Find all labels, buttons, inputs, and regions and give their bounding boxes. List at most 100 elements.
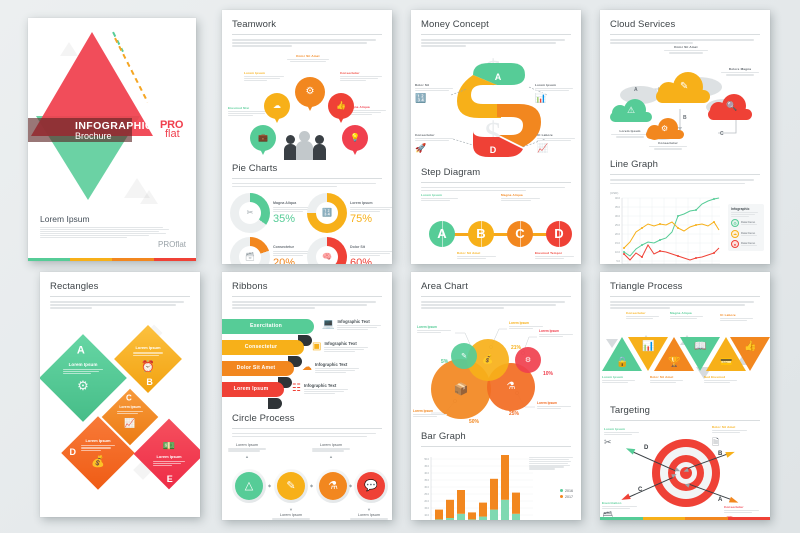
bar-legend-1: 2017 <box>559 495 573 499</box>
calculator-icon: 🔢 <box>415 92 427 103</box>
circle-process-2[interactable]: ⚗ <box>316 468 350 503</box>
lightbulb-icon: 💡 <box>350 133 360 143</box>
pie-charts-description <box>222 182 392 188</box>
pie-chart-item[interactable]: ✂ Magna Aliqua 35% <box>230 192 319 233</box>
step-label-0: Lorem Ipsum <box>421 193 461 202</box>
cloud-yellow[interactable]: ✎ <box>656 71 710 104</box>
warning-triangle-icon: △ <box>235 471 263 500</box>
triangle-process-title: Triangle Process <box>610 281 683 292</box>
page-money-concept: Money Concept $ $ A B C D <box>411 10 581 264</box>
circle-process-0[interactable]: △ <box>232 468 266 503</box>
svg-text:40.0: 40.0 <box>424 472 429 475</box>
step-diagram: Lorem Ipsum Magna Aliqua Dolor Sit Amet … <box>411 193 581 264</box>
donut-1: 🔢 <box>307 192 347 233</box>
svg-text:50.0: 50.0 <box>424 458 429 461</box>
pie-charts-grid: ✂ Magna Aliqua 35% 🔢 Lorem Ipsum 75% 🗃 C… <box>222 189 392 264</box>
ribbon-3[interactable]: Lorem Ipsum <box>222 381 284 397</box>
target-letter-a: A <box>718 496 723 503</box>
pen-icon: ✎ <box>680 81 689 93</box>
cloud-red[interactable]: 🔍 <box>708 93 752 121</box>
calculator-icon: 🔢 <box>322 208 332 218</box>
warning-icon: ⚠ <box>627 105 636 116</box>
network-icon: ⚗ <box>506 381 516 393</box>
diamond-e[interactable]: 💵 Lorem Ipsum E <box>133 418 200 489</box>
step-circle-b[interactable]: B <box>468 220 494 247</box>
cloud-orange[interactable]: ⚙ <box>646 117 684 141</box>
box-icon: 📦 <box>453 381 469 396</box>
cloud-label-3: Dolore Magna <box>716 67 764 76</box>
step-label-1: Dolor Sit Amet <box>457 251 499 260</box>
page-bottom-stripe <box>600 517 770 520</box>
svg-text:15.0: 15.0 <box>424 507 429 510</box>
bubble-pct-3: 25% <box>509 410 520 417</box>
brochure-collection: INFOGRAPHIC Brochure PRO flat Lorem Ipsu… <box>0 0 800 533</box>
circle-process-3[interactable]: 💬 <box>354 468 388 503</box>
step-label-2: Magna Aliqua <box>501 193 543 202</box>
server-icon: 🗎 <box>712 436 720 447</box>
cover-subtitle: Brochure <box>75 131 112 141</box>
pie-chart-item[interactable]: 🧠 Dolor Sit 60% <box>307 236 392 264</box>
money-label-3: Ut Labore 📈 <box>537 133 579 154</box>
target-label-b: Dolor Sit Amet 🗎 <box>712 425 748 451</box>
money-label-2: Consectetur 🚀 <box>415 133 457 154</box>
page-triangle-process: Triangle Process Consectetur Magna Aliqu… <box>600 272 770 520</box>
diamond-letter-e: E <box>166 473 173 484</box>
step-circle-a[interactable]: A <box>429 220 455 247</box>
layers-icon: ▣ <box>312 340 322 352</box>
teamwork-label-4: Magna Aliqua <box>348 105 388 116</box>
diamond-d[interactable]: Lorem Ipsum 💰 D <box>61 415 135 490</box>
ribbon-tail-3 <box>268 397 282 409</box>
diamond-b[interactable]: Lorem Ipsum ⏰ B <box>114 324 182 393</box>
step-diagram-title: Step Diagram <box>421 166 481 178</box>
clock-dollar-icon: ⏰ <box>141 360 155 373</box>
hand-icon: 👍 <box>744 340 757 352</box>
teamwork-bubble-0[interactable]: 💼 <box>250 124 276 155</box>
teamwork-label-2: Dolor Sit Amet <box>286 54 330 63</box>
svg-text:10.0: 10.0 <box>424 514 429 517</box>
svg-text:C: C <box>512 123 519 133</box>
donut-2: 🗃 <box>230 236 270 264</box>
pie-chart-item[interactable]: 🗃 Consectetur 20% <box>230 236 319 264</box>
targeting-diagram: D B C A Lorem Ipsum ✂ Dolor Sit Amet 🗎 E… <box>600 425 770 520</box>
ribbon-2[interactable]: Dolor Sit Amet <box>222 360 294 376</box>
cover-page: INFOGRAPHIC Brochure PRO flat Lorem Ipsu… <box>28 18 196 261</box>
diamond-grid: Lorem Ipsum ⚙ A Lorem Ipsum ⏰ B Lorem Ip… <box>40 311 200 511</box>
teamwork-bubble-3[interactable]: 👍 <box>328 92 354 123</box>
bubble-green[interactable]: ✎ <box>451 342 477 369</box>
svg-text:45.0: 45.0 <box>424 465 429 468</box>
svg-text:15.0: 15.0 <box>615 241 621 245</box>
step-circle-c[interactable]: C <box>507 220 533 247</box>
cover-bottom-stripe <box>28 258 196 261</box>
ribbon-1[interactable]: Consectetur <box>222 339 304 355</box>
page-teamwork: Teamwork Eiusmod Nisi Lorem Ipsum Dolor … <box>222 10 392 264</box>
page-ribbons: Ribbons Exercitation Consectetur Dolor S… <box>222 272 392 520</box>
bar-legend-0: 2016 <box>559 489 573 493</box>
bubble-label-4: Lorem Ipsum <box>413 409 447 418</box>
globe-icon: ☁ <box>731 229 739 238</box>
svg-text:35.0: 35.0 <box>615 205 621 209</box>
svg-text:5.0: 5.0 <box>616 259 620 263</box>
ribbon-0[interactable]: Exercitation <box>222 318 314 334</box>
targeting-title: Targeting <box>610 404 650 416</box>
cover-title-block: INFOGRAPHIC Brochure <box>75 120 153 141</box>
teamwork-bubble-4[interactable]: 💡 <box>342 124 368 155</box>
teamwork-label-3: Consectetur <box>340 71 384 82</box>
pen-icon: ✎ <box>461 352 467 360</box>
circle-process-title: Circle Process <box>232 412 295 424</box>
ribbon-note-2: ☁ Infographic Text <box>302 362 359 374</box>
teamwork-bubble-1[interactable]: ☁ <box>264 92 290 123</box>
bubble-label-1: Lorem Ipsum <box>509 321 543 330</box>
target-letter-b: B <box>718 450 723 457</box>
circle-process-1[interactable]: ✎ <box>274 468 308 503</box>
step-circle-d[interactable]: D <box>546 220 572 247</box>
brain-icon: 🧠 <box>322 252 332 262</box>
ribbon-note-3: ☷ Infographic Text <box>292 383 348 395</box>
pin-icon: ● <box>731 240 739 249</box>
pie-charts-title: Pie Charts <box>232 162 278 174</box>
teamwork-bubble-2[interactable]: ⚙ <box>295 76 325 111</box>
diamond-letter-a: A <box>76 343 85 356</box>
svg-text:B: B <box>474 93 481 103</box>
presentation-icon: 📊 <box>535 92 547 103</box>
line-graph: (USD) 40.0 35.0 30.0 25.0 20.0 15.0 10.0… <box>600 186 770 264</box>
pie-chart-item[interactable]: 🔢 Lorem Ipsum 75% <box>307 192 392 233</box>
